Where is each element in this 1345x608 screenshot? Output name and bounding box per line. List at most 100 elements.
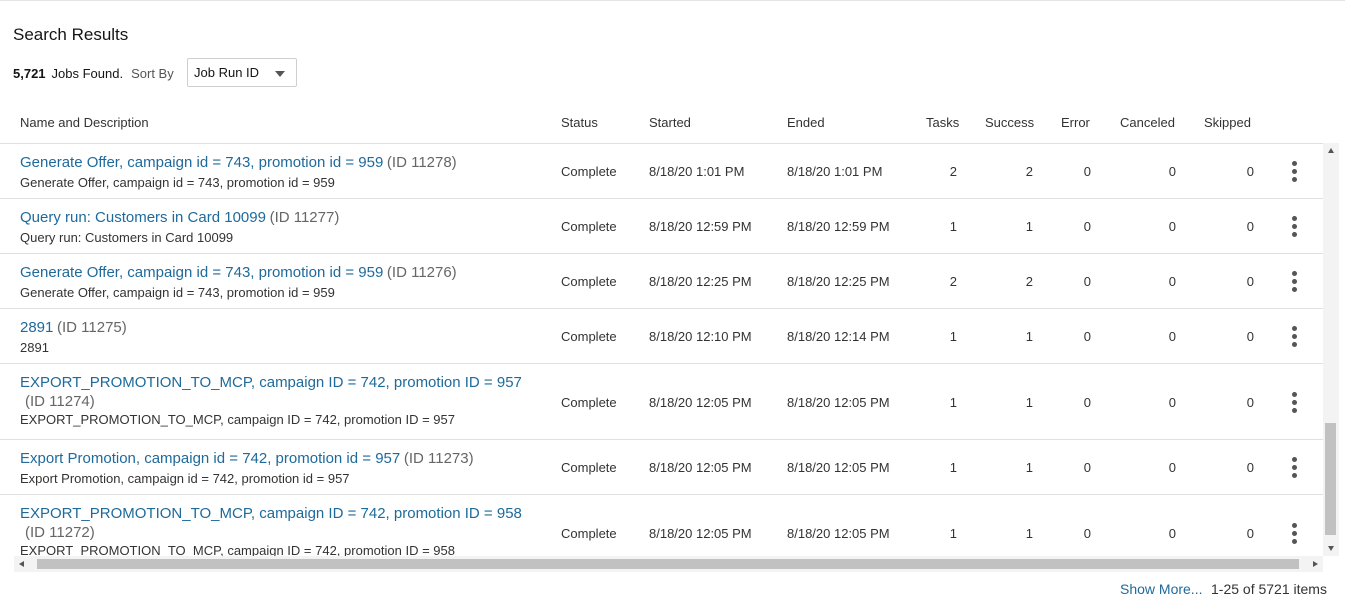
ended-cell: 8/18/20 12:25 PM xyxy=(787,274,890,289)
job-description: EXPORT_PROMOTION_TO_MCP, campaign ID = 7… xyxy=(20,412,455,427)
name-cell: EXPORT_PROMOTION_TO_MCP, campaign ID = 7… xyxy=(20,373,550,430)
error-cell: 0 xyxy=(1083,329,1091,344)
ended-cell: 8/18/20 12:05 PM xyxy=(787,526,890,541)
success-cell: 1 xyxy=(1025,329,1033,344)
job-id: (ID 11276) xyxy=(386,264,457,281)
sort-by-value: Job Run ID xyxy=(194,65,260,80)
table-row: Export Promotion, campaign id = 742, pro… xyxy=(0,440,1323,495)
tasks-cell: 1 xyxy=(949,395,957,410)
scroll-down-icon[interactable] xyxy=(1328,546,1334,551)
table-row: EXPORT_PROMOTION_TO_MCP, campaign ID = 7… xyxy=(0,495,1323,556)
tasks-cell: 1 xyxy=(949,329,957,344)
ended-cell: 8/18/20 12:14 PM xyxy=(787,329,890,344)
job-title-link[interactable]: Export Promotion, campaign id = 742, pro… xyxy=(20,450,400,467)
job-title-link[interactable]: EXPORT_PROMOTION_TO_MCP, campaign ID = 7… xyxy=(20,373,550,393)
success-cell: 1 xyxy=(1025,526,1033,541)
skipped-cell: 0 xyxy=(1246,395,1254,410)
ended-cell: 8/18/20 12:59 PM xyxy=(787,219,890,234)
canceled-cell: 0 xyxy=(1168,164,1176,179)
started-cell: 8/18/20 12:05 PM xyxy=(649,460,752,475)
status-cell: Complete xyxy=(561,274,617,289)
kebab-menu-icon[interactable] xyxy=(1292,523,1300,547)
kebab-menu-icon[interactable] xyxy=(1292,161,1300,185)
status-cell: Complete xyxy=(561,219,617,234)
job-title-link[interactable]: Generate Offer, campaign id = 743, promo… xyxy=(20,154,383,171)
error-cell: 0 xyxy=(1083,526,1091,541)
scroll-up-icon[interactable] xyxy=(1328,148,1334,153)
sort-by-label: Sort By xyxy=(131,66,174,81)
job-title-link[interactable]: Generate Offer, campaign id = 743, promo… xyxy=(20,264,383,281)
job-id: (ID 11274) xyxy=(25,393,95,410)
skipped-cell: 0 xyxy=(1246,460,1254,475)
column-header-success[interactable]: Success xyxy=(985,115,1034,130)
started-cell: 8/18/20 1:01 PM xyxy=(649,164,745,179)
scroll-left-icon[interactable] xyxy=(19,561,24,567)
kebab-menu-icon[interactable] xyxy=(1292,326,1300,350)
status-cell: Complete xyxy=(561,460,617,475)
skipped-cell: 0 xyxy=(1246,274,1254,289)
vertical-scrollbar[interactable] xyxy=(1323,143,1339,556)
name-cell: Query run: Customers in Card 10099 (ID 1… xyxy=(20,208,550,248)
column-header-error[interactable]: Error xyxy=(1061,115,1090,130)
started-cell: 8/18/20 12:59 PM xyxy=(649,219,752,234)
table-row: 2891 (ID 11275) 2891 Complete 8/18/20 12… xyxy=(0,309,1323,364)
vertical-scroll-thumb[interactable] xyxy=(1325,423,1336,535)
sort-by-select[interactable]: Job Run ID xyxy=(187,58,297,87)
chevron-down-icon xyxy=(275,71,285,77)
job-description: Query run: Customers in Card 10099 xyxy=(20,230,234,245)
horizontal-scroll-thumb[interactable] xyxy=(37,559,1299,569)
tasks-cell: 1 xyxy=(949,219,957,234)
success-cell: 1 xyxy=(1025,395,1033,410)
job-description: EXPORT_PROMOTION_TO_MCP, campaign ID = 7… xyxy=(20,543,455,556)
kebab-menu-icon[interactable] xyxy=(1292,392,1300,416)
ended-cell: 8/18/20 12:05 PM xyxy=(787,460,890,475)
job-title-link[interactable]: 2891 xyxy=(20,319,53,336)
canceled-cell: 0 xyxy=(1168,219,1176,234)
job-title-link[interactable]: Query run: Customers in Card 10099 xyxy=(20,209,266,226)
error-cell: 0 xyxy=(1083,219,1091,234)
job-id: (ID 11275) xyxy=(57,319,127,336)
job-id: (ID 11278) xyxy=(386,154,457,171)
kebab-menu-icon[interactable] xyxy=(1292,271,1300,295)
canceled-cell: 0 xyxy=(1168,395,1176,410)
table-row: Generate Offer, campaign id = 743, promo… xyxy=(0,143,1323,199)
column-header-canceled[interactable]: Canceled xyxy=(1120,115,1175,130)
column-header-tasks[interactable]: Tasks xyxy=(926,115,959,130)
status-cell: Complete xyxy=(561,395,617,410)
table-row: Query run: Customers in Card 10099 (ID 1… xyxy=(0,199,1323,254)
table-header: Name and Description Status Started Ende… xyxy=(0,108,1325,144)
started-cell: 8/18/20 12:05 PM xyxy=(649,395,752,410)
column-header-skipped[interactable]: Skipped xyxy=(1204,115,1251,130)
column-header-name[interactable]: Name and Description xyxy=(20,115,149,130)
table-row: Generate Offer, campaign id = 743, promo… xyxy=(0,254,1323,309)
horizontal-scrollbar[interactable] xyxy=(14,556,1323,572)
job-id: (ID 11277) xyxy=(269,209,340,226)
status-cell: Complete xyxy=(561,526,617,541)
scroll-right-icon[interactable] xyxy=(1313,561,1318,567)
canceled-cell: 0 xyxy=(1168,460,1176,475)
column-header-status[interactable]: Status xyxy=(561,115,598,130)
error-cell: 0 xyxy=(1083,164,1091,179)
error-cell: 0 xyxy=(1083,460,1091,475)
pagination-range: 1-25 of 5721 items xyxy=(1211,581,1327,597)
results-count: 5,721 xyxy=(13,66,46,81)
kebab-menu-icon[interactable] xyxy=(1292,216,1300,240)
job-description: Generate Offer, campaign id = 743, promo… xyxy=(20,285,335,300)
job-id: (ID 11272) xyxy=(25,524,95,541)
success-cell: 2 xyxy=(1025,164,1033,179)
job-title-link[interactable]: EXPORT_PROMOTION_TO_MCP, campaign ID = 7… xyxy=(20,504,550,524)
name-cell: Generate Offer, campaign id = 743, promo… xyxy=(20,153,550,193)
results-summary: 5,721 Jobs Found. Sort By xyxy=(13,66,174,81)
column-header-ended[interactable]: Ended xyxy=(787,115,825,130)
skipped-cell: 0 xyxy=(1246,526,1254,541)
results-table-body[interactable]: Generate Offer, campaign id = 743, promo… xyxy=(0,143,1323,556)
started-cell: 8/18/20 12:10 PM xyxy=(649,329,752,344)
show-more-link[interactable]: Show More... xyxy=(1120,581,1202,597)
column-header-started[interactable]: Started xyxy=(649,115,691,130)
status-cell: Complete xyxy=(561,164,617,179)
tasks-cell: 2 xyxy=(949,274,957,289)
started-cell: 8/18/20 12:05 PM xyxy=(649,526,752,541)
results-found-label: Jobs Found. xyxy=(51,66,124,81)
canceled-cell: 0 xyxy=(1168,329,1176,344)
kebab-menu-icon[interactable] xyxy=(1292,457,1300,481)
